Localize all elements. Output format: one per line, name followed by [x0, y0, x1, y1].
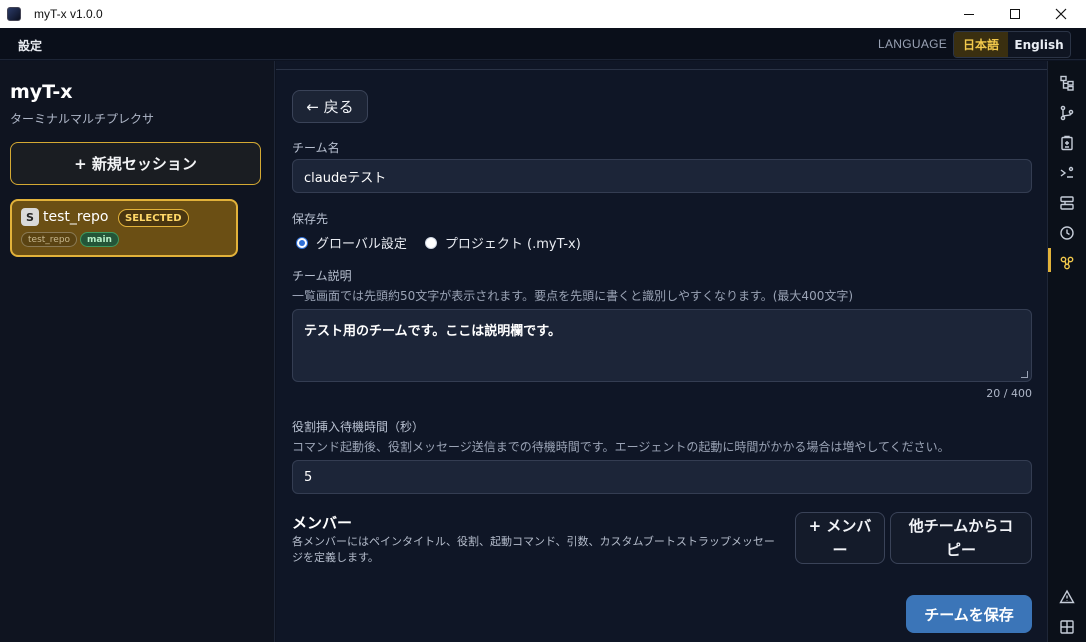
close-button[interactable] — [1038, 0, 1084, 28]
file-tree-icon[interactable] — [1058, 74, 1076, 92]
wait-time-hint: コマンド起動後、役割メッセージ送信までの待機時間です。エージェントの起動に時間が… — [292, 440, 950, 454]
wait-time-label: 役割挿入待機時間（秒） — [292, 420, 425, 434]
copy-from-team-label: 他チームからコピー — [908, 517, 1014, 559]
close-icon — [1055, 8, 1067, 20]
save-location-label: 保存先 — [292, 212, 329, 226]
git-branch-icon[interactable] — [1058, 104, 1076, 122]
add-member-button[interactable]: + メンバー — [795, 512, 885, 564]
back-button[interactable]: ← 戻る — [292, 90, 368, 123]
save-location-radios: グローバル設定 プロジェクト (.myT-x) — [296, 233, 581, 252]
radio-project[interactable] — [424, 236, 437, 249]
description-textarea[interactable]: テスト用のチームです。ここは説明欄です。 — [292, 309, 1032, 382]
window-title: myT-x v1.0.0 — [34, 7, 103, 21]
session-repo-tag: test_repo — [21, 232, 78, 247]
language-switch: 日本語 English — [953, 31, 1071, 58]
layout-icon[interactable] — [1058, 194, 1076, 212]
sidebar: myT-x ターミナルマルチプレクサ + 新規セッション S test_repo… — [0, 61, 275, 642]
settings-menu[interactable]: 設定 — [18, 37, 42, 54]
team-name-input[interactable]: claudeテスト — [292, 159, 1032, 193]
language-option-ja[interactable]: 日本語 — [954, 32, 1009, 57]
maximize-button[interactable] — [992, 0, 1038, 28]
right-rail — [1047, 61, 1086, 642]
radio-global-label[interactable]: グローバル設定 — [316, 233, 407, 252]
session-branch-tag: main — [80, 232, 119, 247]
session-type-badge: S — [21, 208, 39, 226]
app-name: myT-x — [10, 81, 73, 103]
radio-global[interactable] — [296, 236, 308, 249]
resize-grip-icon[interactable] — [1021, 371, 1028, 378]
maximize-icon — [1010, 9, 1020, 19]
app-subtitle: ターミナルマルチプレクサ — [10, 112, 155, 126]
members-hint: 各メンバーにはペインタイトル、役割、起動コマンド、引数、カスタムブートストラップ… — [292, 535, 775, 564]
menu-bar: 設定 LANGUAGE 日本語 English — [0, 28, 1086, 60]
description-hint: 一覧画面では先頭約50文字が表示されます。要点を先頭に書くと識別しやすくなります… — [292, 289, 854, 303]
selected-badge: SELECTED — [118, 209, 189, 227]
active-indicator — [1048, 248, 1051, 272]
title-bar: myT-x v1.0.0 — [0, 0, 1086, 28]
wait-time-input[interactable]: 5 — [292, 460, 1032, 494]
minimize-icon — [964, 13, 974, 15]
session-name: test_repo — [43, 209, 109, 225]
team-name-label: チーム名 — [292, 141, 340, 155]
clipboard-icon[interactable] — [1058, 134, 1076, 152]
team-icon[interactable] — [1058, 254, 1076, 272]
terminal-icon[interactable] — [1058, 164, 1076, 182]
warning-icon[interactable] — [1058, 588, 1076, 606]
grid-icon[interactable] — [1058, 618, 1076, 636]
team-editor: ← 戻る チーム名 claudeテスト 保存先 グローバル設定 プロジェクト (… — [276, 61, 1047, 642]
language-option-en[interactable]: English — [1008, 32, 1070, 57]
save-team-button[interactable]: チームを保存 — [906, 595, 1032, 633]
minimize-button[interactable] — [946, 0, 992, 28]
copy-from-team-button[interactable]: 他チームからコピー — [890, 512, 1032, 564]
radio-project-label[interactable]: プロジェクト (.myT-x) — [445, 233, 581, 252]
char-counter: 20 / 400 — [986, 387, 1032, 400]
new-session-button[interactable]: + 新規セッション — [10, 142, 261, 185]
language-label: LANGUAGE — [878, 37, 948, 51]
session-card[interactable]: S test_repo SELECTED test_repo main — [10, 199, 238, 257]
app-icon — [7, 7, 21, 21]
history-icon[interactable] — [1058, 224, 1076, 242]
divider — [276, 69, 1047, 70]
add-member-label: + メンバー — [808, 517, 872, 559]
description-text: テスト用のチームです。ここは説明欄です。 — [304, 324, 562, 339]
members-title: メンバー — [292, 514, 353, 532]
description-label: チーム説明 — [292, 269, 352, 283]
